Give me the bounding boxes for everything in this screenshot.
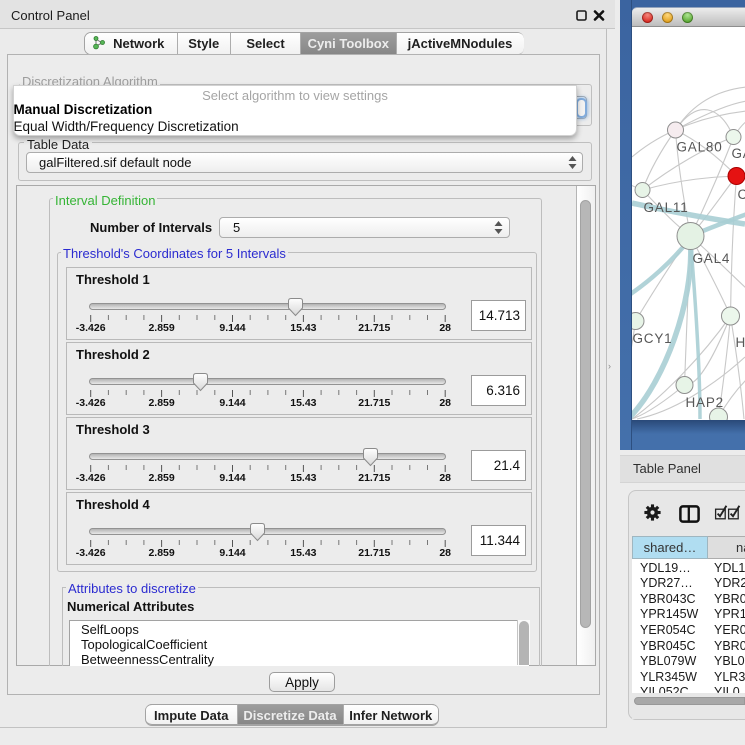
svg-text:GAL80: GAL80 [676,140,722,155]
svg-text:GAL11: GAL11 [643,200,688,215]
svg-text:GCY1: GCY1 [632,331,672,346]
svg-text:CA: CA [737,187,745,202]
svg-text:GAL4: GAL4 [692,251,730,266]
svg-text:GA: GA [731,146,745,161]
svg-text:HI: HI [735,335,745,350]
svg-text:HAP2: HAP2 [685,395,723,410]
